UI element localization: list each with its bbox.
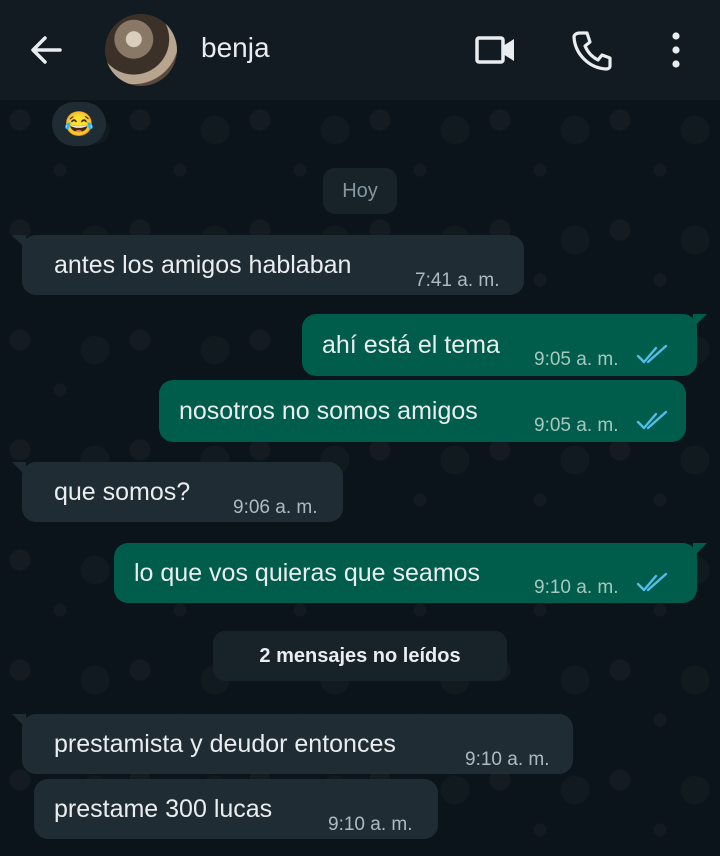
phone-call-icon[interactable] [570,28,614,72]
message-time: 9:10 a. m. [328,814,413,835]
message-time: 9:10 a. m. [534,577,619,598]
message-outgoing[interactable]: ahí está el tema 9:05 a. m. [302,314,707,376]
date-chip: Hoy [323,168,397,214]
message-reaction[interactable]: 😂 [52,102,106,146]
message-time: 9:06 a. m. [233,497,318,518]
message-text: lo que vos quieras que seamos [134,559,481,587]
message-outgoing[interactable]: nosotros no somos amigos 9:05 a. m. [159,380,686,442]
message-time: 9:05 a. m. [534,349,619,370]
message-outgoing[interactable]: lo que vos quieras que seamos 9:10 a. m. [114,543,707,603]
message-time: 9:05 a. m. [534,415,619,436]
read-receipt-icon [636,410,668,430]
more-vertical-icon[interactable] [654,28,698,72]
contact-avatar[interactable] [105,14,177,86]
message-incoming[interactable]: que somos? 9:06 a. m. [12,462,343,522]
read-receipt-icon [636,572,668,592]
message-text: antes los amigos hablaban [54,251,352,279]
message-text: que somos? [54,478,191,506]
message-time: 9:10 a. m. [465,749,550,770]
chat-header: benja [0,0,720,100]
message-text: prestame 300 lucas [54,795,273,823]
contact-name[interactable]: benja [201,32,270,64]
message-text: nosotros no somos amigos [179,397,478,425]
message-text: prestamista y deudor entonces [54,730,396,758]
message-incoming[interactable]: prestame 300 lucas 9:10 a. m. [34,779,438,839]
message-incoming[interactable]: prestamista y deudor entonces 9:10 a. m. [12,714,573,774]
laughing-emoji-icon: 😂 [64,110,94,138]
read-receipt-icon [636,344,668,364]
video-call-icon[interactable] [474,28,518,72]
back-arrow-icon[interactable] [26,30,66,70]
unread-messages-chip: 2 mensajes no leídos [213,631,507,681]
message-incoming[interactable]: antes los amigos hablaban 7:41 a. m. [12,235,524,295]
message-time: 7:41 a. m. [415,270,500,291]
message-text: ahí está el tema [322,331,500,359]
